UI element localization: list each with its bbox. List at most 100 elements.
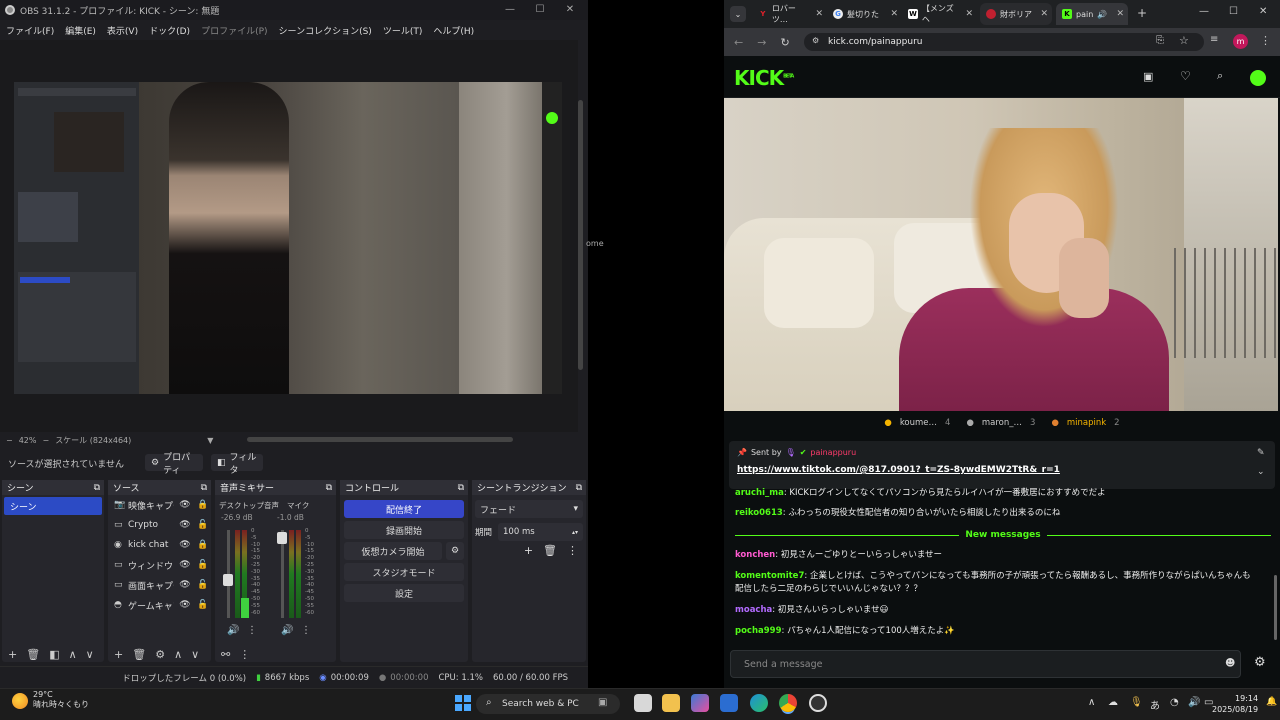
dock-float-icon[interactable]: ⧉	[576, 483, 582, 493]
wifi-icon[interactable]: ◔	[1170, 697, 1179, 708]
eye-icon[interactable]: 👁	[178, 580, 192, 590]
lock-icon[interactable]: 🔓	[196, 560, 210, 570]
tab-2[interactable]: G 髪切りた ✕	[827, 3, 902, 25]
lock-icon[interactable]: 🔓	[196, 580, 210, 590]
add-icon[interactable]: +	[524, 544, 533, 557]
scene-item[interactable]: シーン	[4, 497, 102, 515]
speaker-icon[interactable]: 🔊	[281, 625, 293, 636]
chat-username[interactable]: konchen	[735, 550, 775, 560]
start-recording-button[interactable]: 録画開始	[344, 521, 464, 539]
duration-input[interactable]: 100 ms ▴▾	[498, 523, 583, 541]
audio-icon[interactable]: 🔊	[1097, 10, 1107, 19]
chat-username[interactable]: pocha999	[735, 626, 782, 636]
spin-icon[interactable]: ▴▾	[572, 529, 578, 536]
gifter-name[interactable]: koume…	[900, 418, 937, 428]
scale-dropdown-icon[interactable]: ▼	[207, 436, 213, 445]
notification-icon[interactable]: 🔔	[1266, 697, 1277, 707]
obs-taskbar-icon[interactable]	[809, 694, 827, 712]
more-icon[interactable]: ⋮	[247, 625, 257, 636]
store-icon[interactable]	[720, 694, 738, 712]
new-tab-icon[interactable]: +	[1137, 6, 1147, 20]
source-item[interactable]: ◓ ゲームキャプ 👁 🔓	[108, 595, 211, 615]
menu-view[interactable]: 表示(V)	[107, 24, 138, 37]
chat-input[interactable]: Send a message ☻	[730, 650, 1241, 678]
lock-icon[interactable]: 🔒	[196, 500, 210, 510]
eye-icon[interactable]: 👁	[178, 520, 192, 530]
dock-float-icon[interactable]: ⧉	[458, 483, 464, 493]
close-icon[interactable]: ✕	[1259, 6, 1267, 17]
dock-float-icon[interactable]: ⧉	[94, 483, 100, 493]
tab-3[interactable]: W 【メンズヘ ✕	[902, 3, 977, 25]
menu-scene-collection[interactable]: シーンコレクション(S)	[279, 24, 372, 37]
preview-horizontal-scrollbar[interactable]	[247, 437, 513, 442]
chrome-icon[interactable]	[779, 694, 797, 712]
add-icon[interactable]: +	[8, 648, 17, 661]
profile-avatar[interactable]: m	[1233, 34, 1248, 49]
source-item[interactable]: ▭ Crypto 👁 🔓	[108, 515, 211, 535]
kick-logo[interactable]: KICKBETA	[734, 66, 794, 90]
tab-search-icon[interactable]: ⌄	[730, 6, 746, 22]
playlist-icon[interactable]: ≡	[1210, 34, 1218, 45]
close-icon[interactable]: ✕	[1040, 9, 1048, 19]
menu-edit[interactable]: 編集(E)	[65, 24, 96, 37]
search-icon[interactable]: ⌕	[1217, 69, 1223, 83]
chat-settings-gear-icon[interactable]: ⚙	[1254, 655, 1266, 670]
add-icon[interactable]: +	[114, 648, 123, 661]
chat-username[interactable]: aruchi_ma	[735, 488, 784, 498]
menu-profile[interactable]: プロファイル(P)	[201, 24, 267, 37]
reload-icon[interactable]: ↻	[780, 36, 789, 49]
menu-dock[interactable]: ドック(D)	[149, 24, 190, 37]
tab-1[interactable]: Y ロバーツ… ✕	[752, 3, 827, 25]
maximize-icon[interactable]: ☐	[1229, 6, 1238, 17]
up-arrow-icon[interactable]: ∧	[174, 648, 182, 661]
forward-icon[interactable]: →	[757, 36, 766, 49]
translate-icon[interactable]: ⎘	[1156, 35, 1164, 46]
user-avatar[interactable]	[1250, 70, 1266, 86]
properties-button[interactable]: ⚙ プロパティ	[145, 453, 203, 476]
chat-scrollbar[interactable]	[1274, 575, 1277, 640]
dock-float-icon[interactable]: ⧉	[326, 483, 332, 493]
more-icon[interactable]: ⋮	[301, 625, 311, 636]
maximize-icon[interactable]: ☐	[533, 4, 547, 15]
menu-help[interactable]: ヘルプ(H)	[433, 24, 474, 37]
trash-icon[interactable]: 🗑	[26, 648, 40, 661]
settings-button[interactable]: 設定	[344, 584, 464, 602]
weather-widget[interactable]: 29°C 晴れ時々くもり	[33, 690, 89, 710]
filter-icon[interactable]: ◧	[49, 648, 59, 661]
pinned-link[interactable]: https://www.tiktok.com/@817.0901?_t=ZS-8…	[737, 465, 1060, 475]
eye-icon[interactable]: 👁	[178, 540, 192, 550]
url-field[interactable]: ⚙ kick.com/painappuru ⎘ ☆	[804, 33, 1204, 51]
gear-icon[interactable]: ⚙	[155, 648, 165, 661]
back-icon[interactable]: ←	[734, 36, 743, 49]
transition-select[interactable]: フェード ▾	[475, 500, 583, 518]
gifter-name[interactable]: minapink	[1067, 418, 1106, 428]
eye-icon[interactable]: 👁	[178, 560, 192, 570]
site-info-icon[interactable]: ⚙	[812, 36, 819, 45]
ime-indicator[interactable]: あ	[1150, 697, 1160, 712]
trash-icon[interactable]: 🗑	[543, 544, 557, 557]
mic-tray-icon[interactable]: 🎙	[1130, 697, 1143, 708]
down-arrow-icon[interactable]: ∨	[191, 648, 199, 661]
taskbar-search[interactable]: ⌕ Search web & PC ▣	[476, 694, 620, 714]
studio-mode-button[interactable]: スタジオモード	[344, 563, 464, 581]
chevron-down-icon[interactable]: ⌄	[1257, 467, 1265, 477]
star-icon[interactable]: ☆	[1179, 34, 1189, 47]
speaker-icon[interactable]: 🔊	[227, 625, 239, 636]
edge-icon[interactable]	[750, 694, 768, 712]
minimize-icon[interactable]: —	[1199, 6, 1209, 17]
copilot-icon[interactable]	[691, 694, 709, 712]
eye-icon[interactable]: 👁	[178, 600, 192, 610]
eye-icon[interactable]: 👁	[178, 500, 192, 510]
more-icon[interactable]: ⋮	[239, 648, 250, 661]
start-virtual-camera-button[interactable]: 仮想カメラ開始	[344, 542, 442, 560]
source-item[interactable]: 📷映像キャプチ 👁 🔒	[108, 495, 211, 515]
lock-icon[interactable]: 🔒	[196, 540, 210, 550]
desktop-volume-handle[interactable]	[223, 574, 233, 586]
tray-chevron-icon[interactable]: ∧	[1088, 697, 1095, 708]
link-icon[interactable]: ⚯	[221, 648, 230, 661]
gear-icon[interactable]: ⚙	[446, 542, 464, 560]
down-arrow-icon[interactable]: ∨	[86, 648, 94, 661]
clock[interactable]: 19:14 2025/08/19	[1212, 693, 1258, 715]
preview-vertical-scrollbar[interactable]	[578, 100, 583, 370]
gift-icon[interactable]: ▣	[1143, 70, 1153, 83]
